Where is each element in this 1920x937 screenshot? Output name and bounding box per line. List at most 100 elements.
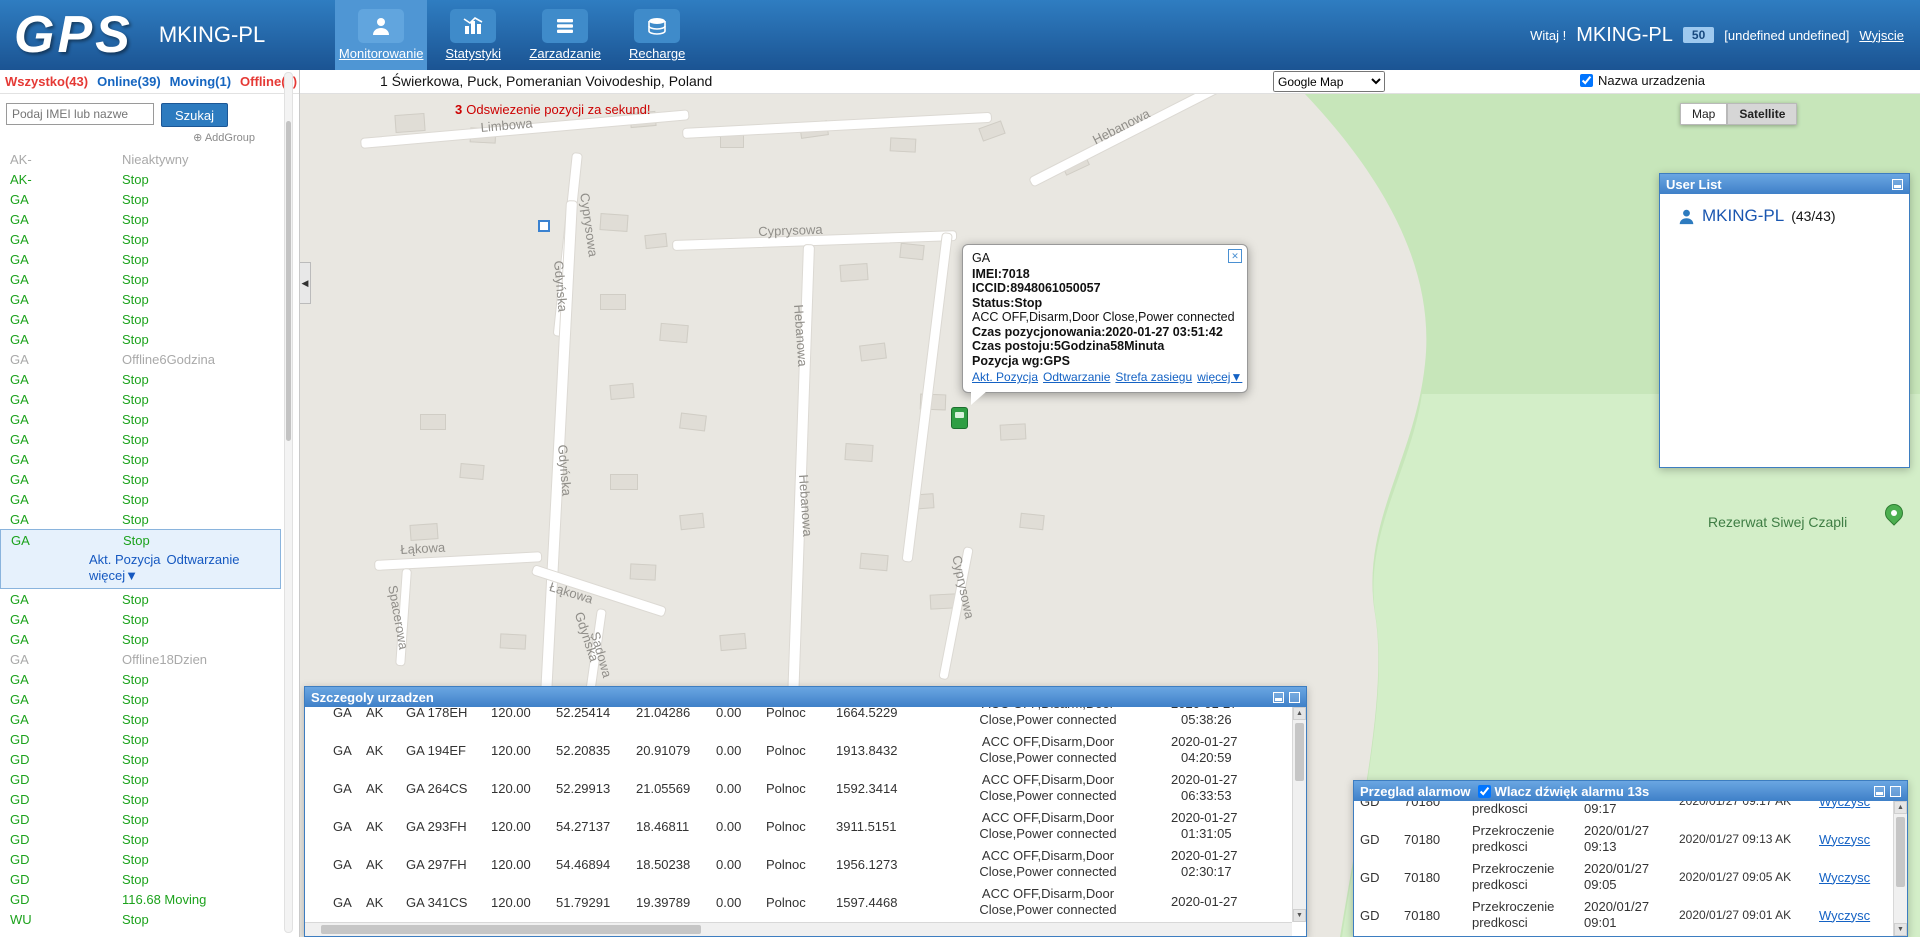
device-table-vscrollbar[interactable]: ▲ ▼ bbox=[1292, 707, 1306, 922]
device-action-link[interactable]: więcej▼ bbox=[89, 568, 138, 583]
device-row[interactable]: GAStop bbox=[0, 469, 299, 489]
device-row[interactable]: GAStop bbox=[0, 249, 299, 269]
alarm-sound-toggle[interactable]: Wlacz dźwięk alarmu 13s bbox=[1478, 784, 1650, 799]
scroll-down-icon[interactable]: ▼ bbox=[1894, 923, 1907, 936]
minimize-icon[interactable] bbox=[1892, 179, 1903, 190]
device-action-link[interactable]: Odtwarzanie bbox=[167, 552, 240, 567]
user-list-item[interactable]: MKING-PL (43/43) bbox=[1660, 194, 1909, 226]
map-canvas[interactable]: Limbowa Hebanowa Cyprysowa Cyprysowa Gdy… bbox=[300, 94, 1920, 937]
device-row[interactable]: GAStop bbox=[0, 509, 299, 529]
hscroll-thumb[interactable] bbox=[321, 925, 701, 934]
device-row[interactable]: GDStop bbox=[0, 829, 299, 849]
tab-moving[interactable]: Moving(1) bbox=[170, 74, 231, 89]
device-row[interactable]: AK-Stop bbox=[0, 169, 299, 189]
device-row[interactable]: GDStop bbox=[0, 869, 299, 889]
device-row[interactable]: GDStop bbox=[0, 749, 299, 769]
vscroll-thumb[interactable] bbox=[1295, 723, 1304, 781]
device-row[interactable]: GAOffline6Godzina bbox=[0, 349, 299, 369]
minimize-icon[interactable] bbox=[1273, 692, 1284, 703]
device-row[interactable]: GAStop bbox=[0, 329, 299, 349]
map-provider-select[interactable]: Google Map bbox=[1273, 71, 1385, 92]
nav-statistics[interactable]: Statystyki bbox=[427, 0, 519, 70]
device-row[interactable]: GAStop bbox=[0, 309, 299, 329]
device-row[interactable]: GD116.68 Moving bbox=[0, 889, 299, 909]
vscroll-thumb[interactable] bbox=[1896, 817, 1905, 887]
table-row[interactable]: GAAKGA 178EH120.0052.2541421.042860.00Po… bbox=[305, 707, 1292, 731]
device-row[interactable]: GAStop bbox=[0, 189, 299, 209]
device-row[interactable]: GDStop bbox=[0, 789, 299, 809]
alarm-row[interactable]: GD70180Przekroczeniepredkosci2020/01/270… bbox=[1354, 896, 1893, 934]
minimize-icon[interactable] bbox=[1874, 786, 1885, 797]
map-type-map-button[interactable]: Map bbox=[1680, 103, 1727, 125]
search-button[interactable]: Szukaj bbox=[161, 103, 228, 127]
alarm-row[interactable]: GD70180Przekroczeniepredkosci2020/01/270… bbox=[1354, 858, 1893, 896]
alarm-sound-checkbox[interactable] bbox=[1478, 785, 1491, 798]
scroll-up-icon[interactable]: ▲ bbox=[1293, 707, 1306, 720]
device-row[interactable]: GAStop bbox=[0, 429, 299, 449]
nav-recharge[interactable]: Recharge bbox=[611, 0, 703, 70]
device-row[interactable]: GAStop bbox=[0, 449, 299, 469]
device-table-hscrollbar[interactable] bbox=[305, 922, 1292, 936]
device-row[interactable]: GAStop bbox=[0, 289, 299, 309]
device-row[interactable]: GAStop bbox=[0, 669, 299, 689]
device-row[interactable]: GAStop bbox=[0, 489, 299, 509]
device-row[interactable]: GAStop bbox=[0, 409, 299, 429]
sidebar-scrollbar-thumb[interactable] bbox=[286, 121, 291, 441]
table-row[interactable]: GAAKGA 293FH120.0054.2713718.468110.00Po… bbox=[305, 807, 1292, 845]
alarm-vscrollbar[interactable]: ▲ ▼ bbox=[1893, 801, 1907, 936]
device-row[interactable]: GAStop bbox=[0, 269, 299, 289]
table-row[interactable]: GAAKGA 194EF120.0052.2083520.910790.00Po… bbox=[305, 731, 1292, 769]
alarm-clear-link[interactable]: Wyczysc bbox=[1819, 870, 1870, 885]
selected-device[interactable]: GAStop Akt. Pozycja Odtwarzanie więcej▼ bbox=[0, 529, 281, 589]
device-row[interactable]: WUStop bbox=[0, 909, 299, 929]
device-row[interactable]: GAStop bbox=[0, 389, 299, 409]
device-row[interactable]: GAStop bbox=[0, 629, 299, 649]
device-row[interactable]: GAStop bbox=[0, 369, 299, 389]
sidebar-collapse-handle[interactable]: ◀ bbox=[300, 262, 311, 304]
device-row[interactable]: GAStop bbox=[0, 589, 299, 609]
search-input[interactable] bbox=[6, 103, 154, 125]
device-row[interactable]: GAOffline18Dzien bbox=[0, 649, 299, 669]
infowindow-close-icon[interactable]: ✕ bbox=[1228, 249, 1242, 263]
alarm-clear-link[interactable]: Wyczysc bbox=[1819, 801, 1870, 809]
device-name-toggle[interactable]: Nazwa urzadzenia bbox=[1580, 73, 1705, 88]
map-type-satellite-button[interactable]: Satellite bbox=[1727, 103, 1797, 125]
device-row[interactable]: GDStop bbox=[0, 809, 299, 829]
table-row[interactable]: GAAKGA 341CS120.0051.7929119.397890.00Po… bbox=[305, 883, 1292, 921]
device-name-checkbox[interactable] bbox=[1580, 74, 1593, 87]
scroll-up-icon[interactable]: ▲ bbox=[1894, 801, 1907, 814]
device-row[interactable]: GDStop bbox=[0, 769, 299, 789]
device-row[interactable]: GAStop bbox=[0, 689, 299, 709]
device-action-link[interactable]: Akt. Pozycja bbox=[89, 552, 161, 567]
secondary-marker[interactable] bbox=[538, 220, 550, 232]
infowindow-link[interactable]: Strefa zasiegu bbox=[1115, 370, 1192, 384]
device-row[interactable]: GAStop bbox=[0, 209, 299, 229]
table-row[interactable]: GAAKGA 264CS120.0052.2991321.055690.00Po… bbox=[305, 769, 1292, 807]
tab-online[interactable]: Online(39) bbox=[97, 74, 161, 89]
table-row[interactable]: GAAKGA 297FH120.0054.4689418.502380.00Po… bbox=[305, 845, 1292, 883]
alarm-row[interactable]: GD70180Przekroczeniepredkosci2020/01/270… bbox=[1354, 820, 1893, 858]
infowindow-link[interactable]: Odtwarzanie bbox=[1043, 370, 1110, 384]
add-group-link[interactable]: ⊕ AddGroup bbox=[0, 130, 299, 147]
tab-all[interactable]: Wszystko(43) bbox=[5, 74, 88, 89]
alarm-clear-link[interactable]: Wyczysc bbox=[1819, 832, 1870, 847]
scroll-down-icon[interactable]: ▼ bbox=[1293, 909, 1306, 922]
device-row[interactable]: GDStop bbox=[0, 849, 299, 869]
maximize-icon[interactable] bbox=[1289, 692, 1300, 703]
device-row[interactable]: GAStop bbox=[0, 609, 299, 629]
device-row[interactable]: GDStop bbox=[0, 729, 299, 749]
infowindow-link[interactable]: więcej▼ bbox=[1197, 370, 1242, 384]
infowindow-link[interactable]: Akt. Pozycja bbox=[972, 370, 1038, 384]
sidebar-scrollbar[interactable] bbox=[284, 72, 293, 933]
device-row[interactable]: GAStop bbox=[0, 709, 299, 729]
alarm-row[interactable]: GD70180Przekroczeniepredkosci2020/01/270… bbox=[1354, 801, 1893, 820]
logout-link[interactable]: Wyjscie bbox=[1859, 28, 1904, 43]
alarm-clear-link[interactable]: Wyczysc bbox=[1819, 908, 1870, 923]
vehicle-marker[interactable] bbox=[951, 407, 968, 429]
device-row[interactable]: AK-Nieaktywny bbox=[0, 149, 299, 169]
nav-management[interactable]: Zarzadzanie bbox=[519, 0, 611, 70]
nav-monitoring[interactable]: Monitorowanie bbox=[335, 0, 427, 70]
maximize-icon[interactable] bbox=[1890, 786, 1901, 797]
device-row[interactable]: GAStop bbox=[0, 229, 299, 249]
device-row[interactable]: GAStop bbox=[1, 530, 280, 550]
